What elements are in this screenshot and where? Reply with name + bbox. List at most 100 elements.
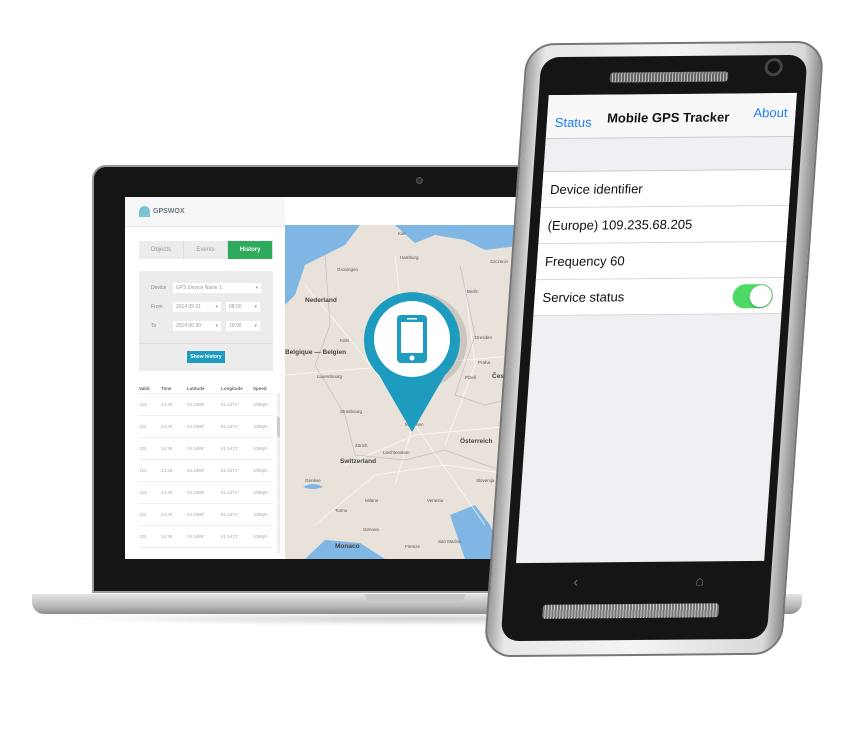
show-history-button[interactable]: Show history [187,351,225,363]
map-label: Torino [335,508,348,513]
table-cell: 24.2489° [187,512,206,517]
row-label: (Europe) 109.235.68.205 [547,216,693,234]
table-cell: 14:28 [161,512,173,517]
baltic-sea [395,225,525,250]
table-cell: 14:28 [161,534,173,539]
divider [139,343,273,344]
table-cell: 24.2489° [187,534,206,539]
device-select[interactable]: GPS Device Name 1 ▾ [173,283,261,293]
phone-screen: Status Mobile GPS Tracker About Device i… [516,92,797,564]
status-button[interactable]: Status [554,115,592,130]
table-cell: 123 [139,424,147,429]
table-cell: 109kph [253,468,268,473]
table-cell: 123 [139,468,147,473]
row-label: Device identifier [549,181,644,198]
table-row[interactable]: 123 14:28 24.2489° 81.5471° 109kph [139,482,273,504]
tab-objects[interactable]: Objects [139,241,184,259]
map-label: Monaco [335,543,360,550]
about-button[interactable]: About [753,105,788,120]
table-cell: 14:28 [161,424,173,429]
device-value: GPS Device Name 1 [176,285,223,291]
laptop-screen: GPSWOX Objects Events History Device GPS… [125,197,525,559]
col-valid: Valid [139,386,150,391]
table-cell: 14:28 [161,490,173,495]
table-cell: 123 [139,402,147,407]
map-label: Slovenija [476,478,495,483]
map-label: Szczecin [490,259,509,264]
map-label: Genova [363,527,379,532]
smartphone-pin-icon[interactable] [357,285,467,445]
tab-history[interactable]: History [228,241,274,259]
map-label: Praha [478,360,491,365]
table-cell: 81.5471° [221,512,240,517]
col-speed: Speed [253,386,267,391]
from-time-select[interactable]: 08:00 ▾ [226,302,260,312]
chevron-down-icon: ▾ [215,323,218,329]
chevron-down-icon: ▾ [255,285,258,291]
device-identifier-row[interactable]: Device identifier [540,169,792,209]
laptop-notch [365,594,465,602]
table-cell: 109kph [253,512,268,517]
tabs: Objects Events History [139,241,274,259]
scrollbar-thumb[interactable] [277,417,280,437]
server-row[interactable]: (Europe) 109.235.68.205 [538,205,790,245]
table-cell: 24.2489° [187,446,206,451]
gpswox-logo[interactable]: GPSWOX [139,206,185,217]
to-date-select[interactable]: 2014 06 30 ▾ [173,321,221,331]
map-label: Belgique — Belgien [285,349,347,356]
table-cell: 81.5471° [221,424,240,429]
table-row[interactable]: 123 14:28 24.2489° 81.5471° 109kph [139,504,273,526]
to-row: To 2014 06 30 ▾ 19:00 ▾ [151,321,265,331]
service-status-row: Service status [533,277,784,317]
row-label: Service status [542,289,625,306]
table-cell: 14:28 [161,446,173,451]
table-row[interactable]: 123 14:28 24.2489° 81.5471° 109kph [139,394,273,416]
map-label: Liechtenstein [383,450,410,455]
earpiece-speaker [609,71,729,83]
nav-bar: Status Mobile GPS Tracker About [545,92,797,140]
chevron-down-icon: ▾ [254,304,257,310]
table-cell: 24.2489° [187,468,206,473]
device-row: Device GPS Device Name 1 ▾ [151,283,266,293]
tab-events[interactable]: Events [183,241,229,259]
back-icon[interactable]: ‹ [573,574,579,590]
map-label: Switzerland [340,458,377,465]
softkeys: ‹ ⌂ [513,561,764,601]
logo-text: GPSWOX [153,208,185,215]
north-sea [285,225,360,305]
map-label: Genève [305,478,321,483]
laptop-camera [416,177,423,184]
table-cell: 81.5471° [221,490,240,495]
map[interactable]: KielHamburgGroningenNederlandHannoverBer… [285,225,525,559]
from-time: 08:00 [229,304,242,310]
table-cell: 123 [139,534,147,539]
table-cell: 24.2489° [187,490,206,495]
table-cell: 109kph [253,534,268,539]
map-label: Luxembourg [317,374,343,379]
service-status-toggle[interactable] [731,283,774,308]
from-row: From 2014 05 01 ▾ 08:00 ▾ [151,302,265,312]
col-time: Time [161,386,172,391]
lake-geneva [303,484,323,489]
chevron-down-icon: ▾ [215,304,218,310]
map-label: Hamburg [400,255,419,260]
table-cell: 24.2489° [187,424,206,429]
table-row[interactable]: 123 14:28 24.2489° 81.5471° 109kph [139,438,273,460]
smartphone: Status Mobile GPS Tracker About Device i… [483,40,825,658]
table-cell: 81.5471° [221,402,240,407]
table-row[interactable]: 123 14:28 24.2489° 81.5471° 109kph [139,460,273,482]
from-date-select[interactable]: 2014 05 01 ▾ [173,302,221,312]
map-label: Milano [365,498,379,503]
table-cell: 14:28 [161,402,173,407]
row-label: Frequency 60 [544,253,626,270]
frequency-row[interactable]: Frequency 60 [535,241,787,281]
table-row[interactable]: 123 14:28 24.2489° 81.5471° 109kph [139,416,273,438]
map-label: Kiel [398,231,406,236]
from-label: From [151,304,163,310]
table-cell: 109kph [253,424,268,429]
table-cell: 123 [139,490,147,495]
to-time-select[interactable]: 19:00 ▾ [226,321,260,331]
table-row[interactable]: 123 14:28 24.2489° 81.5471° 109kph [139,526,273,548]
home-icon[interactable]: ⌂ [695,572,705,588]
history-filter: Device GPS Device Name 1 ▾ From 2014 05 0… [139,271,273,371]
